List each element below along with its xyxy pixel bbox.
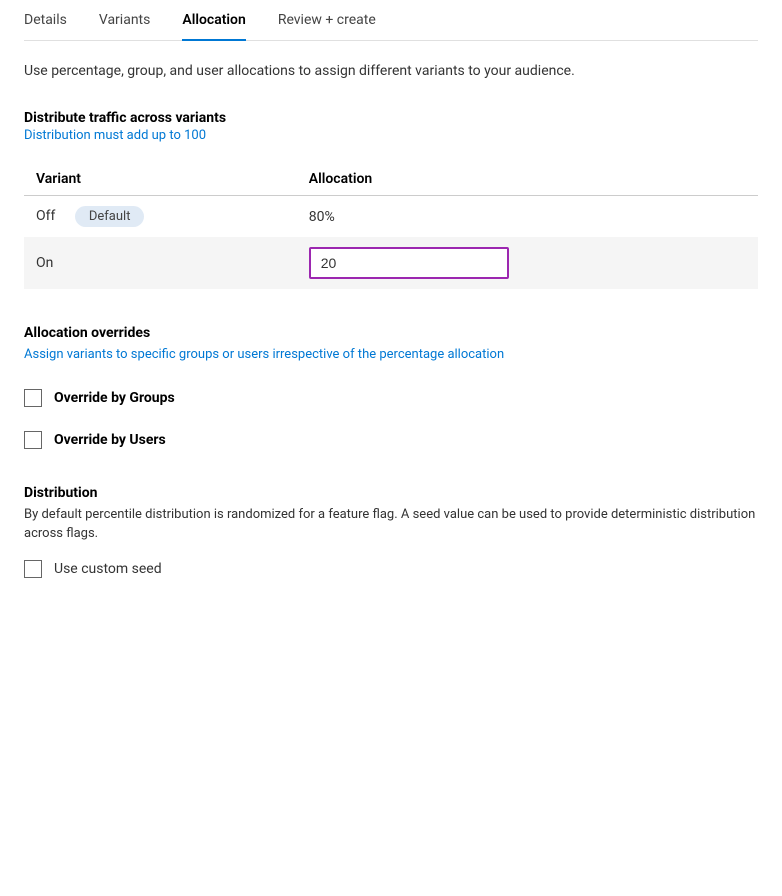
col-header-variant: Variant xyxy=(24,163,297,196)
allocation-off-value: 80% xyxy=(297,196,758,238)
overrides-title: Allocation overrides xyxy=(24,325,758,341)
tab-details[interactable]: Details xyxy=(24,12,67,40)
table-row: On xyxy=(24,237,758,289)
distribution-description: By default percentile distribution is ra… xyxy=(24,505,758,544)
table-row: Off Default 80% xyxy=(24,196,758,238)
tab-bar: Details Variants Allocation Review + cre… xyxy=(24,0,758,41)
distribution-title: Distribution xyxy=(24,485,758,501)
tab-review-create[interactable]: Review + create xyxy=(278,12,376,40)
tab-variants[interactable]: Variants xyxy=(99,12,151,40)
variant-off-cell: Off Default xyxy=(24,196,297,238)
allocation-off-text: 80% xyxy=(309,209,335,225)
variant-on-label: On xyxy=(36,255,53,271)
overrides-description: Assign variants to specific groups or us… xyxy=(24,345,758,365)
override-groups-row: Override by Groups xyxy=(24,389,758,407)
variant-on-cell: On xyxy=(24,237,297,289)
use-custom-seed-row: Use custom seed xyxy=(24,560,758,578)
override-users-label: Override by Users xyxy=(54,432,166,448)
allocation-on-cell xyxy=(297,237,758,289)
col-header-allocation: Allocation xyxy=(297,163,758,196)
overrides-section: Allocation overrides Assign variants to … xyxy=(24,325,758,449)
variant-off-label: Off xyxy=(36,208,55,224)
distribution-section: Distribution By default percentile distr… xyxy=(24,485,758,578)
use-custom-seed-checkbox[interactable] xyxy=(24,560,42,578)
variant-table: Variant Allocation Off Default 80% On xyxy=(24,163,758,289)
override-users-checkbox[interactable] xyxy=(24,431,42,449)
use-custom-seed-label: Use custom seed xyxy=(54,561,162,577)
override-groups-checkbox[interactable] xyxy=(24,389,42,407)
allocation-on-input[interactable] xyxy=(309,247,509,279)
distribute-section: Distribute traffic across variants Distr… xyxy=(24,110,758,289)
distribute-title: Distribute traffic across variants xyxy=(24,110,758,126)
override-groups-label: Override by Groups xyxy=(54,390,175,406)
page-description: Use percentage, group, and user allocati… xyxy=(24,61,758,82)
override-users-row: Override by Users xyxy=(24,431,758,449)
distribute-subtitle: Distribution must add up to 100 xyxy=(24,128,758,143)
tab-allocation[interactable]: Allocation xyxy=(182,12,245,40)
default-badge: Default xyxy=(75,206,145,227)
